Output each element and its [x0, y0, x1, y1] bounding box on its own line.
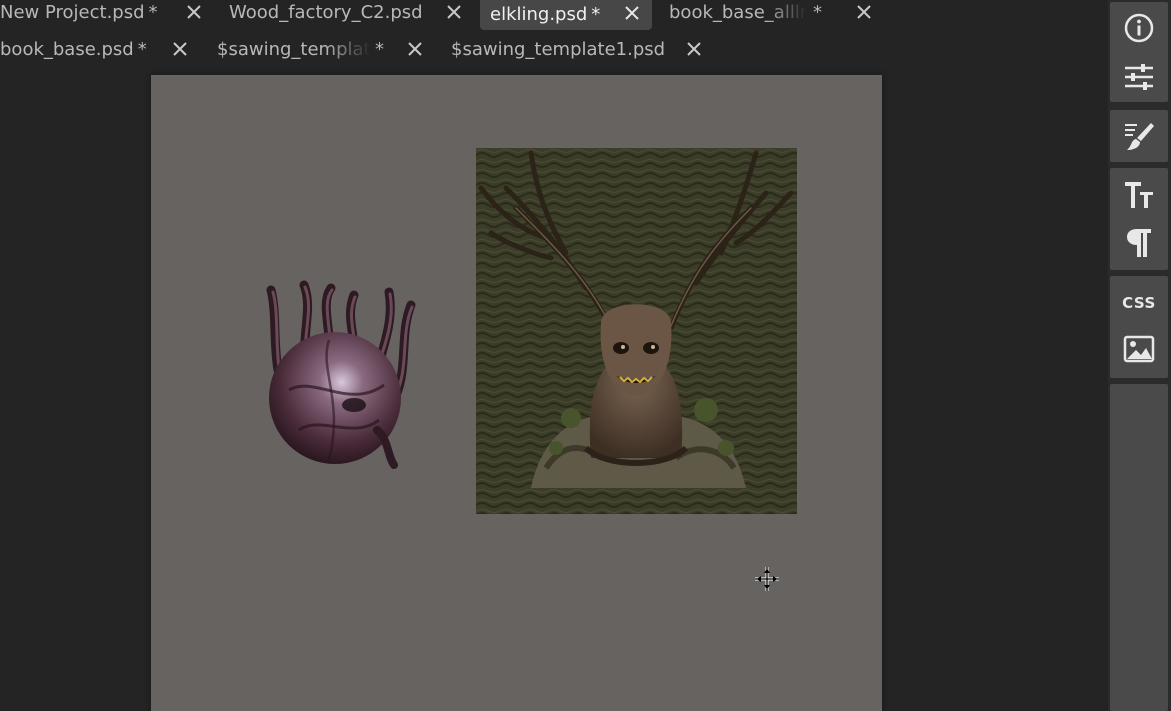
css-button[interactable]: CSS — [1110, 280, 1168, 326]
adjustments-sliders-icon — [1125, 64, 1153, 90]
modified-indicator: * — [813, 1, 822, 23]
css-icon: CSS — [1122, 294, 1156, 312]
close-icon[interactable] — [186, 4, 202, 20]
tab-book-base[interactable]: book_base.psd * — [0, 34, 200, 64]
elkling-sprite — [476, 148, 797, 514]
tab-label: Wood_factory_C2.psd — [229, 1, 423, 23]
close-icon[interactable] — [446, 4, 462, 20]
tab-label: elkling.psd — [490, 3, 588, 25]
tab-wood-factory[interactable]: Wood_factory_C2.psd — [229, 0, 477, 27]
brush-group — [1110, 110, 1168, 162]
close-icon[interactable] — [407, 41, 423, 57]
close-icon[interactable] — [686, 41, 702, 57]
modified-indicator: * — [148, 1, 158, 23]
character-button[interactable] — [1110, 172, 1168, 218]
tab-sawing-template1[interactable]: $sawing_template1.psd — [451, 34, 716, 64]
photopea-window: New Project.psd * Wood_factory_C2.psd el… — [0, 0, 1171, 711]
panel-empty-area — [1110, 384, 1168, 711]
info-button[interactable] — [1110, 5, 1168, 51]
tab-book-base-alllm[interactable]: book_base_alllm * — [669, 0, 879, 27]
image-button[interactable] — [1110, 326, 1168, 372]
character-text-icon — [1125, 182, 1153, 208]
tab-label: $sawing_templat — [217, 38, 371, 60]
paragraph-button[interactable] — [1110, 220, 1168, 266]
text-group — [1110, 168, 1168, 270]
document-canvas[interactable] — [151, 75, 882, 711]
brush-settings-button[interactable] — [1110, 113, 1168, 159]
modified-indicator: * — [137, 38, 147, 60]
right-panel-toolbar: CSS — [1108, 0, 1171, 711]
close-icon[interactable] — [856, 4, 872, 20]
tab-label: book_base.psd — [0, 38, 134, 60]
tab-label: New Project.psd — [0, 1, 145, 23]
tab-sawing-template[interactable]: $sawing_templat * — [217, 34, 432, 64]
css-image-group: CSS — [1110, 276, 1168, 378]
css-label: CSS — [1122, 294, 1156, 312]
modified-indicator: * — [591, 3, 601, 25]
tab-elkling[interactable]: elkling.psd * — [480, 0, 652, 30]
tentacle-orb-sprite — [266, 280, 416, 469]
document-tab-bar: New Project.psd * Wood_factory_C2.psd el… — [0, 0, 1108, 68]
info-icon — [1124, 13, 1154, 43]
paragraph-icon — [1127, 229, 1151, 257]
tab-new-project[interactable]: New Project.psd * — [0, 0, 210, 27]
crosshair-cursor-icon — [755, 567, 779, 591]
workspace[interactable] — [0, 68, 1108, 711]
tab-label: book_base_alllm — [669, 1, 807, 23]
adjustments-button[interactable] — [1110, 54, 1168, 100]
modified-indicator: * — [375, 38, 384, 60]
brush-settings-icon — [1125, 123, 1154, 150]
image-icon — [1123, 335, 1155, 363]
properties-group — [1110, 2, 1168, 102]
close-icon[interactable] — [624, 5, 640, 21]
tab-label: $sawing_template1.psd — [451, 38, 666, 60]
close-icon[interactable] — [172, 41, 188, 57]
